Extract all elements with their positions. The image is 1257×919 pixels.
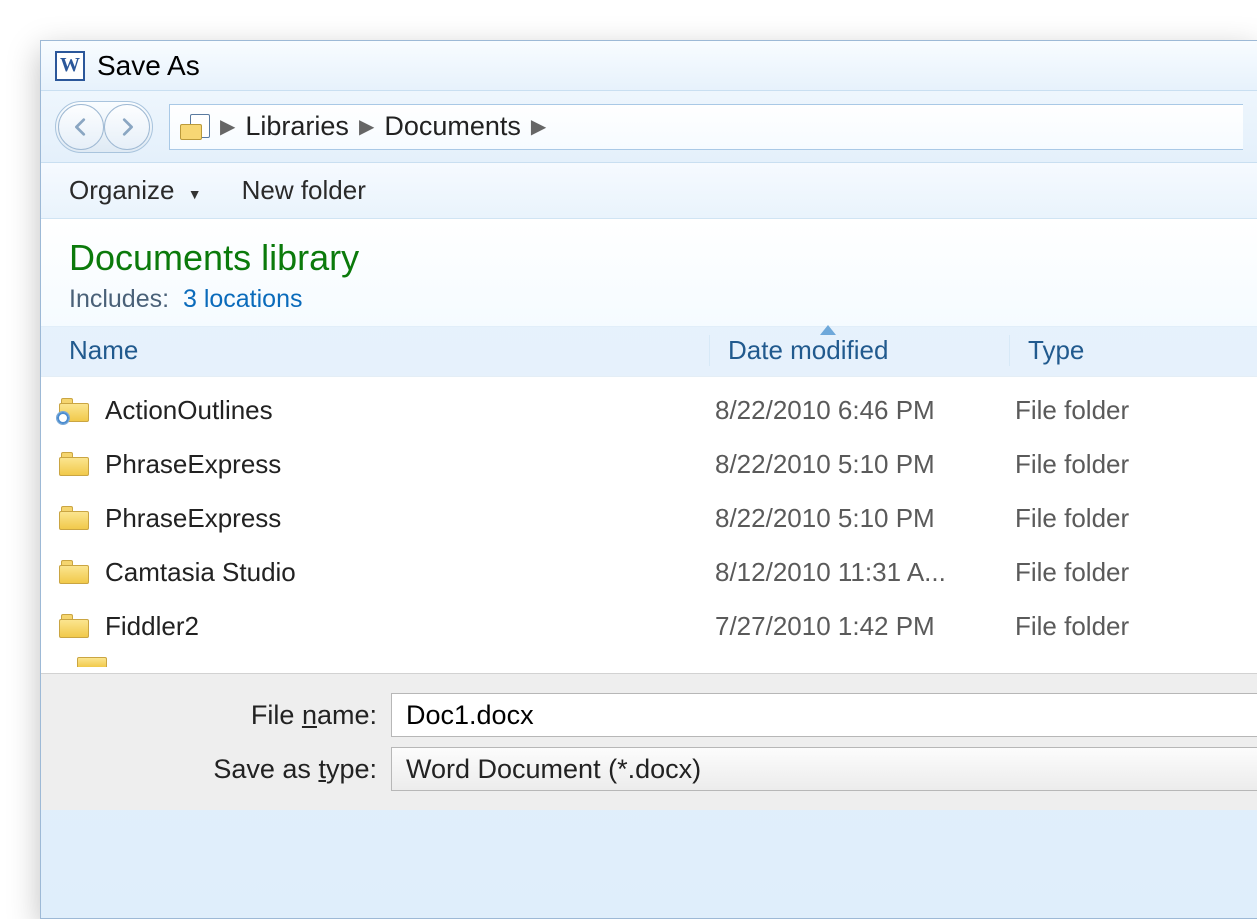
file-type: File folder <box>1005 503 1229 534</box>
list-item[interactable]: PhraseExpress 8/22/2010 5:10 PM File fol… <box>59 491 1229 545</box>
folder-icon <box>59 506 89 530</box>
file-date: 8/22/2010 6:46 PM <box>705 395 1005 426</box>
column-header-date-modified[interactable]: Date modified <box>709 335 1009 366</box>
word-app-icon: W <box>55 51 85 81</box>
save-as-type-combobox[interactable]: Word Document (*.docx) <box>391 747 1257 791</box>
includes-label: Includes: <box>69 285 169 313</box>
list-item[interactable]: PhraseExpress 8/22/2010 5:10 PM File fol… <box>59 437 1229 491</box>
file-type: File folder <box>1005 557 1229 588</box>
filename-label: File name: <box>41 700 377 731</box>
file-date: 7/27/2010 1:42 PM <box>705 611 1005 642</box>
content-header: Documents library Includes: 3 locations <box>41 219 1257 327</box>
column-header-type[interactable]: Type <box>1009 335 1229 366</box>
file-name: Fiddler2 <box>105 611 705 642</box>
folder-icon <box>59 560 89 584</box>
folder-icon <box>77 657 107 667</box>
file-name: ActionOutlines <box>105 395 705 426</box>
organize-label: Organize <box>69 175 175 205</box>
sort-ascending-icon <box>820 325 836 335</box>
column-header-name[interactable]: Name <box>69 335 709 366</box>
locations-link[interactable]: 3 locations <box>183 285 303 313</box>
list-item[interactable]: Camtasia Studio 8/12/2010 11:31 A... Fil… <box>59 545 1229 599</box>
library-heading: Documents library <box>69 237 1229 279</box>
nav-button-group <box>55 101 153 153</box>
toolbar: Organize ▼ New folder <box>41 163 1257 219</box>
breadcrumb-item[interactable]: Libraries <box>245 111 349 142</box>
arrow-right-icon <box>116 116 138 138</box>
filename-row: File name: <box>41 688 1257 742</box>
save-as-type-label: Save as type: <box>41 754 377 785</box>
breadcrumb-separator-icon: ▶ <box>527 114 550 139</box>
chevron-down-icon: ▼ <box>182 186 202 202</box>
organize-menu[interactable]: Organize ▼ <box>69 175 202 206</box>
nav-back-button[interactable] <box>58 104 104 150</box>
save-as-dialog: W Save As ▶ Libraries ▶ Documents ▶ Orga… <box>40 40 1257 919</box>
window-title: Save As <box>97 50 200 82</box>
file-date: 8/12/2010 11:31 A... <box>705 557 1005 588</box>
libraries-icon <box>180 114 210 140</box>
titlebar: W Save As <box>41 41 1257 91</box>
file-type: File folder <box>1005 395 1229 426</box>
breadcrumb-separator-icon: ▶ <box>355 114 378 139</box>
navigation-bar: ▶ Libraries ▶ Documents ▶ <box>41 91 1257 163</box>
filename-input[interactable] <box>391 693 1257 737</box>
folder-icon <box>59 614 89 638</box>
list-item[interactable]: Fiddler2 7/27/2010 1:42 PM File folder <box>59 599 1229 653</box>
file-date: 8/22/2010 5:10 PM <box>705 503 1005 534</box>
new-folder-button[interactable]: New folder <box>242 175 366 206</box>
save-as-type-row: Save as type: Word Document (*.docx) <box>41 742 1257 796</box>
file-date: 8/22/2010 5:10 PM <box>705 449 1005 480</box>
file-type: File folder <box>1005 611 1229 642</box>
list-item[interactable]: ActionOutlines 8/22/2010 6:46 PM File fo… <box>59 383 1229 437</box>
file-name: PhraseExpress <box>105 449 705 480</box>
nav-forward-button[interactable] <box>104 104 150 150</box>
arrow-left-icon <box>70 116 92 138</box>
folder-icon <box>59 452 89 476</box>
library-subheading: Includes: 3 locations <box>69 285 1229 314</box>
address-bar[interactable]: ▶ Libraries ▶ Documents ▶ <box>169 104 1243 150</box>
column-headers: Name Date modified Type <box>41 327 1257 377</box>
save-as-type-value: Word Document (*.docx) <box>406 754 701 785</box>
file-name: PhraseExpress <box>105 503 705 534</box>
file-name: Camtasia Studio <box>105 557 705 588</box>
file-list[interactable]: ActionOutlines 8/22/2010 6:46 PM File fo… <box>41 377 1257 673</box>
breadcrumb-separator-icon: ▶ <box>216 114 239 139</box>
breadcrumb-item[interactable]: Documents <box>384 111 521 142</box>
file-type: File folder <box>1005 449 1229 480</box>
save-form: File name: Save as type: Word Document (… <box>41 673 1257 810</box>
folder-icon <box>59 398 89 422</box>
